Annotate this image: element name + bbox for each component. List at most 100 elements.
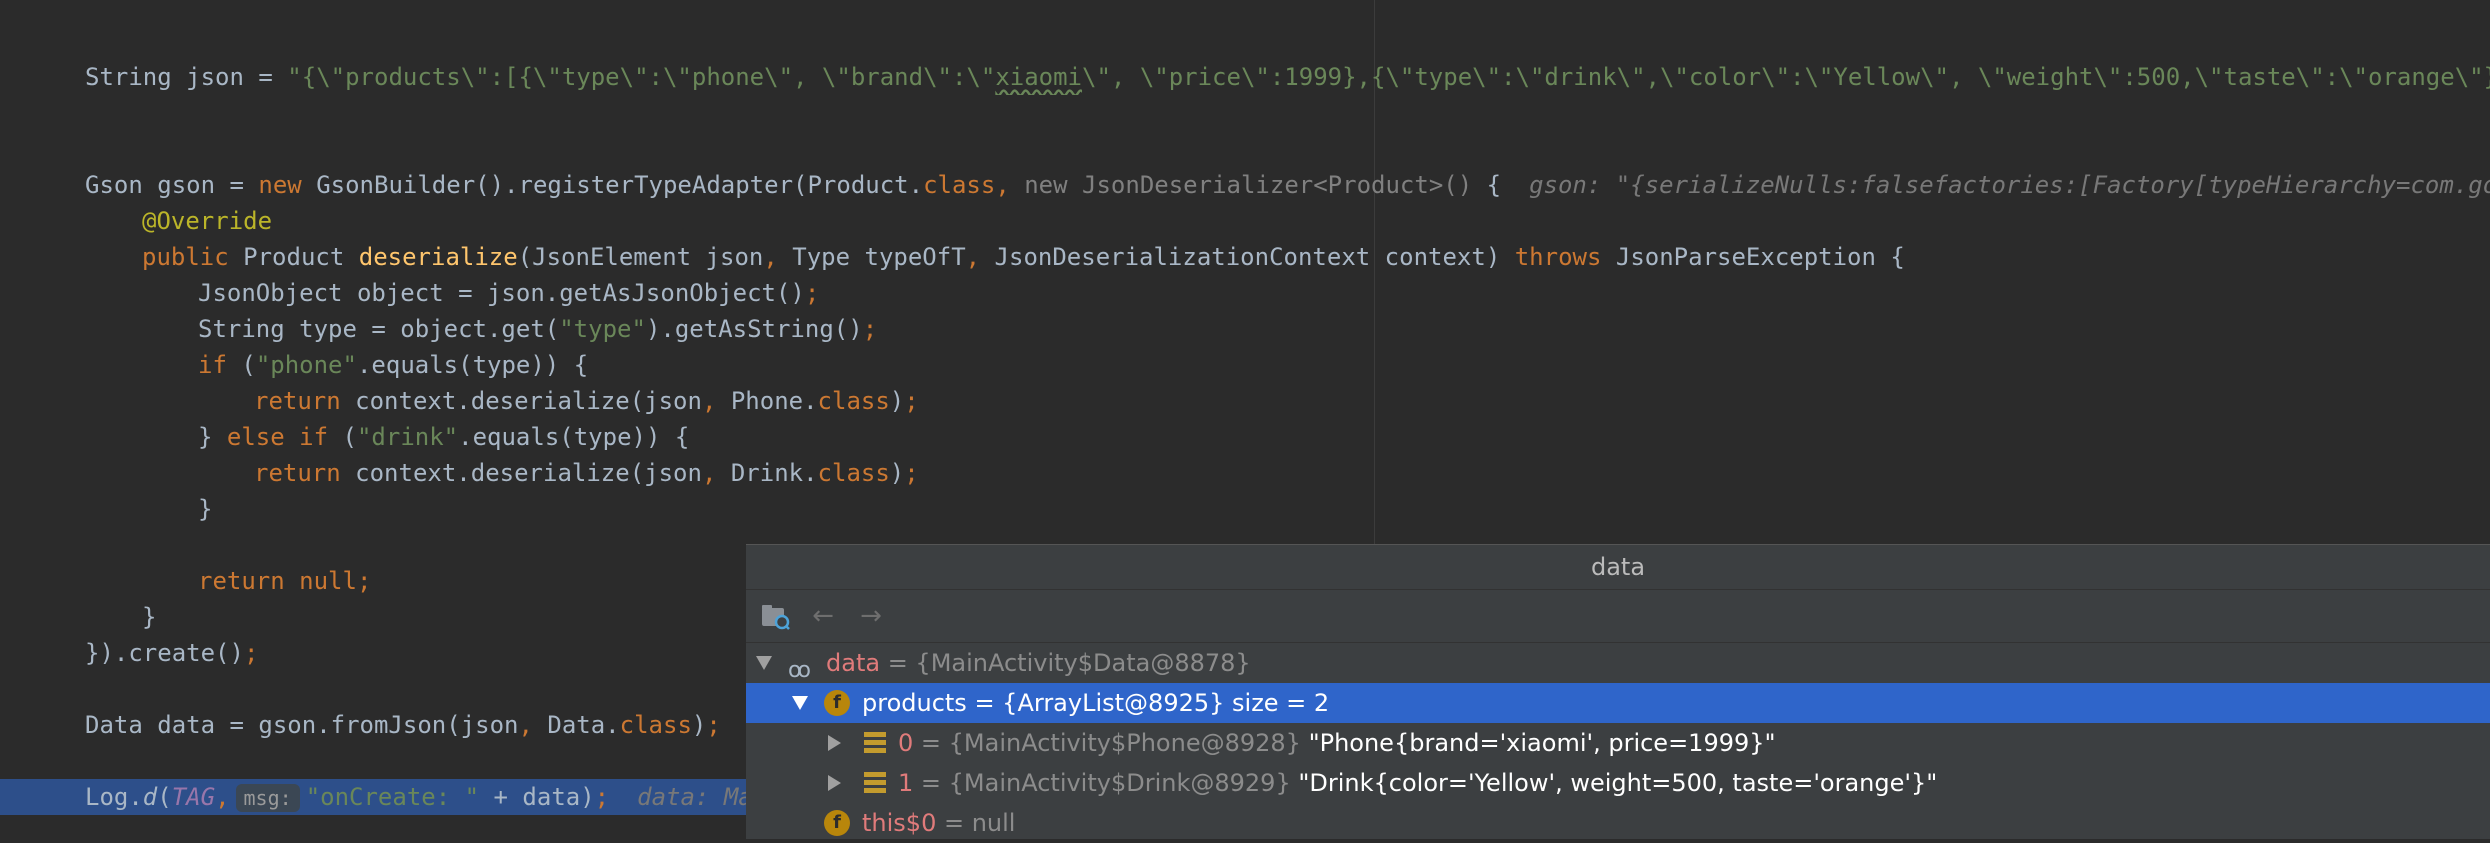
code-text: ) [889,387,905,415]
expand-triangle-icon[interactable] [828,775,841,791]
folded-anonymous-class[interactable]: new JsonDeserializer<Product>() [1024,171,1472,199]
comma: , [701,387,717,415]
variable-value: "Drink{color='Yellow', weight=500, taste… [1290,769,1938,797]
keyword: new [258,171,302,199]
add-to-watches-button[interactable] [760,601,790,631]
expand-triangle-icon[interactable] [828,735,841,751]
string-literal: \", \"price\":1999},{\"type\":\"drink\",… [1082,63,2490,91]
code-line-deserialize[interactable]: public Product deserialize(JsonElement j… [0,239,2490,275]
tree-row-products-selected[interactable]: f products = {ArrayList@8925} size = 2 [746,683,2490,723]
keyword: public [142,243,229,271]
code-text: Product [228,243,359,271]
code-text: String json = [85,63,288,91]
code-line-else-if-drink[interactable]: } else if ("drink".equals(type)) { [0,419,2490,455]
inline-debug-value[interactable]: data: Ma [637,783,753,811]
variable-ref: = {MainActivity$Drink@8929} [913,769,1291,797]
collapse-triangle-icon[interactable] [756,656,772,670]
field-icon: f [824,690,850,716]
keyword: class [817,387,890,415]
code-line-if-phone[interactable]: if ("phone".equals(type)) { [0,347,2490,383]
collapse-triangle-icon[interactable] [792,696,808,710]
tree-row-item-0[interactable]: 0 = {MainActivity$Phone@8928} "Phone{bra… [746,723,2490,763]
parameter-hint: msg: [235,784,300,812]
back-button[interactable]: ← [808,601,838,631]
code-text: ) [889,459,905,487]
code-text: context.deserialize(json [340,387,702,415]
variable-name: 0 [898,729,914,757]
code-text: Phone. [716,387,818,415]
variable-ref: = {MainActivity$Data@8878} [880,649,1251,677]
string-literal: "phone" [255,351,357,379]
code-text: + data) [479,783,595,811]
code-text: }).create() [85,639,244,667]
code-text: GsonBuilder().registerTypeAdapter(Produc… [301,171,924,199]
string-literal: "onCreate: " [305,783,480,811]
forward-button[interactable]: → [856,601,886,631]
code-text: } [198,423,227,451]
code-text: context.deserialize(json [340,459,702,487]
code-line-object[interactable]: JsonObject object = json.getAsJsonObject… [0,275,2490,311]
semicolon: ; [804,279,820,307]
inline-debug-value[interactable]: gson: "{serializeNulls:falsefactories:[F… [1529,171,2490,199]
tree-row-item-1[interactable]: 1 = {MainActivity$Drink@8929} "Drink{col… [746,763,2490,803]
code-line-json[interactable]: String json = "{\"products\":[{\"type\":… [0,59,2490,95]
tree-row-this0[interactable]: f this$0 = null [746,803,2490,843]
code-text: String type = object.get( [198,315,560,343]
comma: , [701,459,717,487]
code-text: ( [328,423,357,451]
code-text: Data. [532,711,620,739]
annotation: @Override [142,207,273,235]
string-literal: "type" [559,315,646,343]
debug-evaluate-popup[interactable]: data ← → oo data = {MainActivity$Data@88… [746,544,2490,839]
code-line-override[interactable]: @Override [0,203,2490,239]
code-text: Log. [85,783,143,811]
keyword: throws [1514,243,1602,271]
field-icon: f [824,810,850,836]
code-text: ( [157,783,172,811]
comma: , [763,243,778,271]
string-literal: "{\"products\":[{\"type\":\"phone\", \"b… [287,63,996,91]
variable-name: 1 [898,769,914,797]
keyword: else if [226,423,329,451]
arrow-left-icon: ← [812,601,834,631]
popup-toolbar: ← → [746,590,2490,643]
code-text: Drink. [716,459,818,487]
keyword: return [254,387,341,415]
variable-ref: = null [936,809,1016,837]
code-text: .equals(type)) { [458,423,690,451]
semicolon: ; [904,387,919,415]
code-line-type[interactable]: String type = object.get("type").getAsSt… [0,311,2490,347]
method-name: deserialize [358,243,518,271]
semicolon: ; [904,459,919,487]
variable-name: data [826,649,881,677]
variable-name: this$0 [862,809,937,837]
semicolon: ; [594,783,610,811]
code-line-return-drink[interactable]: return context.deserialize(json, Drink.c… [0,455,2490,491]
code-text: } [142,603,157,631]
code-text: { [1472,171,1502,199]
code-text: JsonObject object = json.getAsJsonObject… [198,279,805,307]
arrow-right-icon: → [860,601,882,631]
semicolon: ; [706,711,721,739]
code-text: JsonParseException { [1601,243,1905,271]
variables-tree[interactable]: oo data = {MainActivity$Data@8878} f pro… [746,643,2490,843]
keyword: if [198,351,227,379]
code-text: Gson gson = [85,171,259,199]
variable-ref: = {MainActivity$Phone@8928} [913,729,1301,757]
code-text: ( [226,351,256,379]
keyword: return [254,459,341,487]
keyword: return null [198,567,357,595]
code-line-return-phone[interactable]: return context.deserialize(json, Phone.c… [0,383,2490,419]
array-element-icon [864,772,886,794]
variable-value: "Phone{brand='xiaomi', price=1999}" [1300,729,1776,757]
tree-row-data[interactable]: oo data = {MainActivity$Data@8878} [746,643,2490,683]
code-line-gson[interactable]: Gson gson = new GsonBuilder().registerTy… [0,167,2490,203]
keyword: class [817,459,890,487]
array-element-icon [864,732,886,754]
comma: , [518,711,533,739]
semicolon: ; [243,639,259,667]
semicolon: ; [356,567,372,595]
code-line-close-if[interactable]: } [0,491,2490,527]
code-text: ) [691,711,707,739]
code-text: Type typeOfT [777,243,966,271]
